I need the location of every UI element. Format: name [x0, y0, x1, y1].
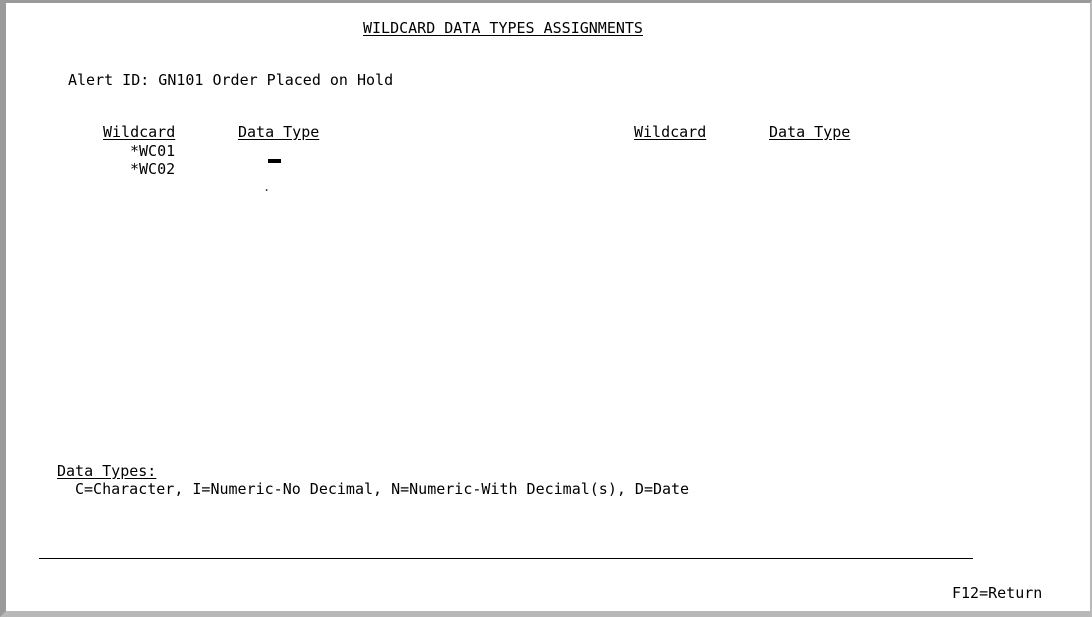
data-types-legend-text: C=Character, I=Numeric-No Decimal, N=Num… [75, 480, 690, 498]
footer-divider [39, 558, 973, 559]
data-type-input-wc01[interactable] [268, 159, 281, 163]
page-title: WILDCARD DATA TYPES ASSIGNMENTS [363, 19, 643, 37]
data-type-input-wc02[interactable] [263, 180, 283, 194]
column-header-datatype-right: Data Type [769, 123, 851, 141]
f12-return-key[interactable]: F12=Return [952, 584, 1042, 602]
column-header-wildcard-right: Wildcard [634, 123, 707, 141]
data-types-legend-heading: Data Types: [57, 462, 157, 480]
column-header-wildcard-left: Wildcard [103, 123, 176, 141]
column-header-datatype-left: Data Type [238, 123, 320, 141]
alert-id-line: Alert ID: GN101 Order Placed on Hold [68, 71, 394, 89]
wildcard-label-wc01: *WC01 [130, 142, 176, 160]
terminal-window: WILDCARD DATA TYPES ASSIGNMENTS Alert ID… [0, 0, 1092, 617]
wildcard-label-wc02: *WC02 [130, 160, 176, 178]
